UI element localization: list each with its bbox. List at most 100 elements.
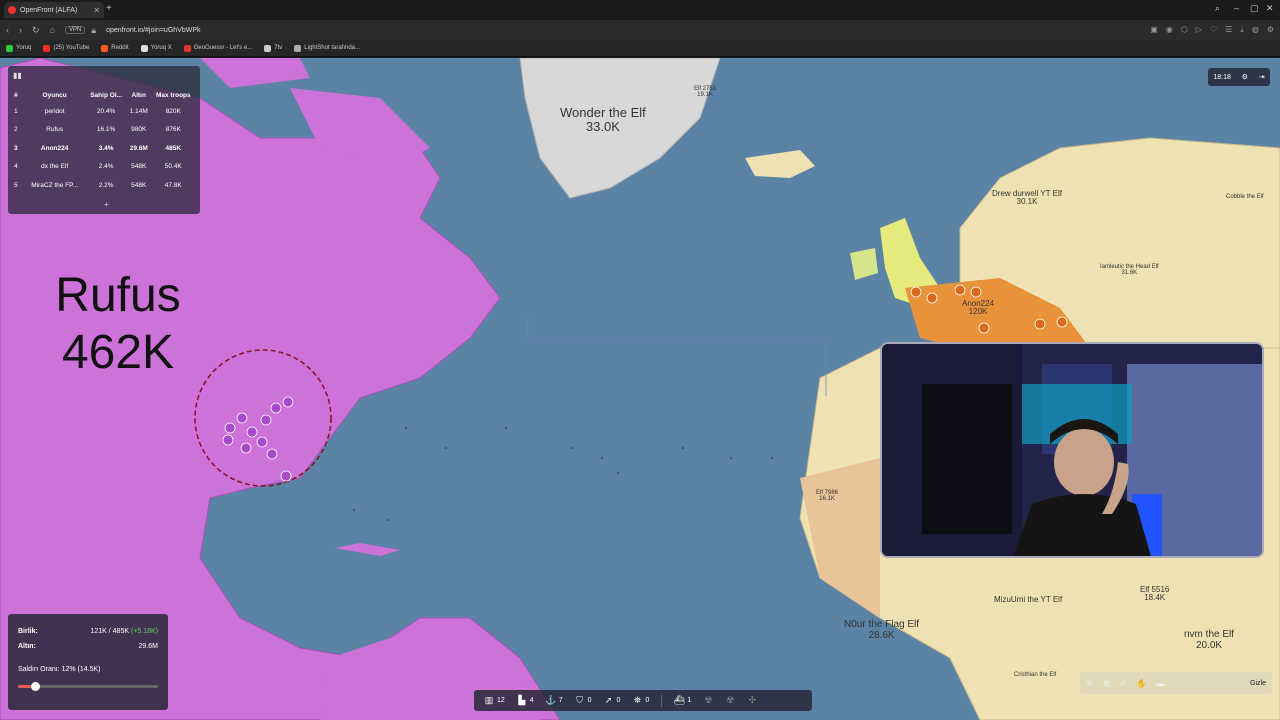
pencil-icon[interactable]: ✎ (1086, 679, 1093, 688)
bookmark-icon (6, 44, 13, 52)
build-item[interactable]: ☢ (699, 695, 717, 706)
settings-icon[interactable]: ⚙ (1242, 73, 1248, 81)
download-icon[interactable]: ⤓ (1240, 25, 1244, 35)
exit-icon[interactable]: ⇥ (1259, 73, 1265, 81)
profile-icon[interactable]: ◍ (1252, 25, 1259, 35)
reddit-icon (101, 44, 109, 52)
settings-icon[interactable]: ⚙ (1267, 25, 1274, 35)
game-timer: 18:18 (1213, 73, 1231, 81)
player-label: Wonder the Elf 33.0K (560, 105, 646, 134)
player-label: Cobble the Elf (1226, 194, 1264, 200)
camera-icon[interactable]: ◉ (1166, 25, 1173, 35)
iceland-landmass (745, 150, 815, 178)
build-item-count: 1 (687, 697, 692, 704)
leaderboard-row[interactable]: 4 dx the Elf 2.4% 548K 50.4K (14, 158, 196, 177)
close-tab-icon[interactable]: ✕ (93, 6, 100, 15)
zone-boundary (527, 314, 827, 396)
player-stats-panel: Birlik: 121K / 485K (+5.18K) Altın: 29.6… (8, 614, 168, 710)
overlay-name: Rufus (55, 269, 181, 322)
home-icon[interactable]: ⌂ (50, 25, 55, 35)
minimize-icon[interactable]: – (1234, 3, 1239, 13)
search-tabs-icon[interactable]: ⌕ (1215, 3, 1220, 14)
build-item[interactable]: ⛯ 0 (628, 695, 653, 706)
paint-icon[interactable]: ✐ (1120, 679, 1127, 688)
attack-ratio-row: Saldırı Oranı: 12% (14.5K) (18, 666, 158, 673)
player-label: N0ur the Flag Elf 28.6K (844, 619, 920, 641)
build-item[interactable]: ⛉ 0 (571, 695, 596, 706)
attack-ratio-handle[interactable] (30, 682, 40, 691)
handshake-icon[interactable]: ✋ (1137, 679, 1147, 688)
bookmark-item[interactable]: GeoGuessr - Let's e... (183, 44, 252, 52)
build-item-count: 7 (558, 697, 563, 704)
bookmark-item[interactable]: Yoruq X (140, 44, 172, 52)
caribbean-islands (335, 543, 400, 556)
bar-chart-icon[interactable]: ▮▮ (13, 71, 22, 80)
build-item-count: 12 (497, 697, 505, 704)
address-bar-actions: ▣ ◉ ⬡ ▷ ♡ ☰ ⤓ ◍ ⚙ (1150, 25, 1274, 35)
heart-icon[interactable]: ♡ (1210, 25, 1217, 35)
west-africa-region (800, 458, 880, 618)
extensions-icon[interactable]: ⬡ (1181, 25, 1188, 35)
build-item[interactable]: ☢ (721, 695, 739, 706)
leaderboard-panel: ▮▮ # Oyuncu Sahip Ol... Altın Max troops… (8, 66, 200, 214)
vpn-badge[interactable]: VPN (64, 26, 86, 34)
menu-icon[interactable]: ☰ (1225, 25, 1232, 35)
units-row: Birlik: 121K / 485K (+5.18K) (18, 628, 158, 635)
reload-icon[interactable]: ↻ (32, 25, 40, 36)
leaderboard-header-row: # Oyuncu Sahip Ol... Altın Max troops (14, 88, 196, 102)
leaderboard-row[interactable]: 1 peridot 20.4% 1.14M 820K (14, 102, 196, 121)
expand-leaderboard-button[interactable]: + (104, 200, 109, 209)
lightshot-icon (294, 44, 302, 52)
bookmark-item[interactable]: (25) YouTube (43, 44, 89, 52)
build-item[interactable]: ✣ (743, 695, 761, 706)
warship-icon: ⛴ (673, 695, 686, 705)
units-gain: (+5.18K) (130, 628, 158, 635)
bookmark-item[interactable]: LightShot tarafında... (294, 44, 360, 52)
col-player[interactable]: Oyuncu (24, 88, 85, 102)
col-max-troops[interactable]: Max troops (151, 88, 196, 102)
build-item[interactable]: ⛴ 1 (670, 695, 695, 706)
quick-actions-bar: ✎ ☢ ✐ ✋ ▬ Gizle (1080, 672, 1272, 694)
col-rank[interactable]: # (14, 88, 24, 102)
play-icon[interactable]: ▷ (1196, 25, 1202, 35)
browser-tab[interactable]: OpenFront (ALFA) ✕ (4, 2, 104, 18)
leaderboard-row-current-player[interactable]: 3 Anon224 3.4% 29.6M 485K (14, 139, 196, 158)
screenshot-icon[interactable]: ▣ (1150, 25, 1158, 35)
naval-markers (352, 426, 774, 522)
chat-icon[interactable]: ▬ (1157, 679, 1165, 688)
player-label: Elf 5516 18.4K (1140, 585, 1170, 603)
player-label: Elf 2753 19.1K (694, 86, 717, 99)
build-item[interactable]: ➚ 0 (600, 695, 625, 706)
bookmark-item[interactable]: Yoruq (6, 44, 31, 52)
bookmark-item[interactable]: Reddit (101, 44, 129, 52)
hydrogen-bomb-icon: ☢ (726, 695, 735, 705)
attack-ratio-slider[interactable] (18, 682, 158, 691)
col-gold[interactable]: Altın (127, 88, 151, 102)
build-item[interactable]: ▙ 4 (513, 695, 538, 706)
url-field[interactable]: openfront.io/#join=uGhVbWPk (106, 27, 200, 34)
defense-post-icon: ⛉ (576, 695, 583, 705)
leaderboard-row[interactable]: 5 MiraCZ the FP... 2.2% 548K 47.8K (14, 176, 196, 195)
bookmarks-bar: Yoruq (25) YouTube Reddit Yoruq X GeoGue… (0, 40, 1280, 57)
units-value: 121K / 485K (90, 628, 129, 635)
tab-title: OpenFront (ALFA) (20, 6, 78, 14)
nuke-icon[interactable]: ☢ (1103, 679, 1110, 688)
atom-bomb-icon: ☢ (704, 695, 713, 705)
col-owned[interactable]: Sahip Ol... (85, 88, 127, 102)
close-window-icon[interactable]: ✕ (1266, 3, 1274, 14)
arctic-island (200, 58, 310, 88)
bookmark-item[interactable]: 7tv (264, 44, 282, 52)
hide-button[interactable]: Gizle (1250, 680, 1266, 687)
maximize-icon[interactable]: ▢ (1250, 3, 1259, 14)
game-timer-panel: 18:18 ⚙ ⇥ (1208, 68, 1270, 86)
player-label: Anon224 120K (962, 299, 995, 317)
forward-icon[interactable]: › (19, 25, 22, 35)
build-item-count: 0 (645, 697, 650, 704)
new-tab-button[interactable]: + (106, 3, 112, 14)
build-item[interactable]: ▥ 12 (480, 695, 509, 706)
back-icon[interactable]: ‹ (6, 25, 9, 35)
leaderboard-row[interactable]: 2 Rufus 16.1% 980K 876K (14, 121, 196, 140)
build-item-count: 4 (529, 697, 534, 704)
address-bar: ‹ › ↻ ⌂ VPN 🔒︎ openfront.io/#join=uGhVbW… (0, 20, 1280, 40)
build-item[interactable]: ⚓ 7 (542, 695, 567, 706)
